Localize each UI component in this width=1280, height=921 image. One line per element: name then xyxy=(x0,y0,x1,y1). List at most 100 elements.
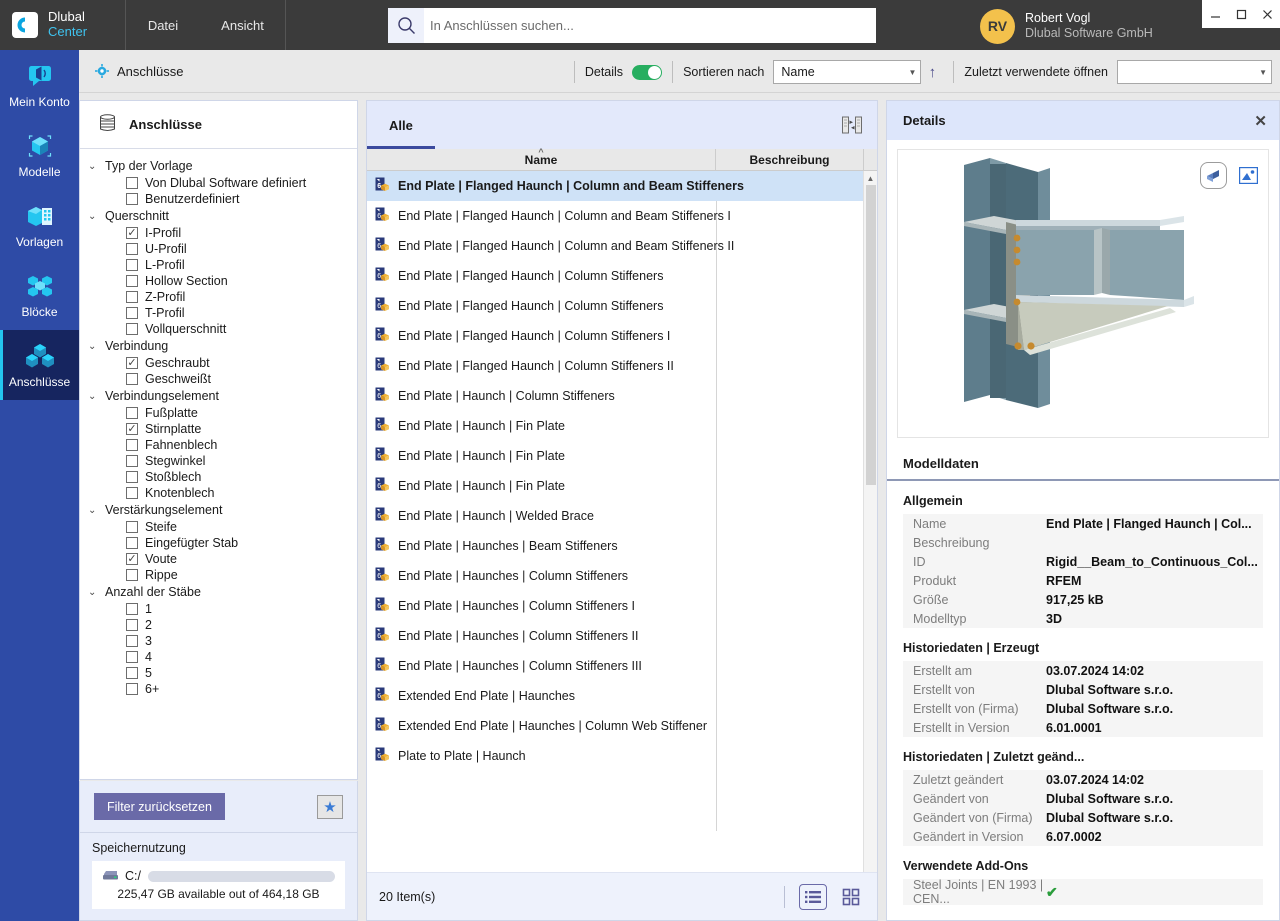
table-row[interactable]: 6 End Plate | Flanged Haunch | Column and… xyxy=(367,201,877,231)
table-row[interactable]: 6 End Plate | Haunches | Column Stiffener… xyxy=(367,651,877,681)
table-row[interactable]: 6 End Plate | Haunches | Column Stiffener… xyxy=(367,621,877,651)
minimize-icon[interactable] xyxy=(1203,2,1227,26)
checkbox[interactable] xyxy=(126,259,138,271)
filter-group-header[interactable]: ⌄ Verstärkungselement xyxy=(80,501,357,519)
breadcrumb[interactable]: Anschlüsse xyxy=(79,64,183,79)
filter-option[interactable]: Knotenblech xyxy=(80,485,357,501)
rotate-3d-icon[interactable] xyxy=(1200,162,1227,189)
filter-option[interactable]: Steife xyxy=(80,519,357,535)
table-row[interactable]: 6 End Plate | Haunch | Column Stiffeners xyxy=(367,381,877,411)
filter-option[interactable]: 1 xyxy=(80,601,357,617)
filter-group-header[interactable]: ⌄ Typ der Vorlage xyxy=(80,157,357,175)
filter-group-header[interactable]: ⌄ Verbindung xyxy=(80,337,357,355)
table-row[interactable]: 6 End Plate | Flanged Haunch | Column Sti… xyxy=(367,291,877,321)
search-input[interactable] xyxy=(424,9,876,42)
reset-filter-button[interactable]: Filter zurücksetzen xyxy=(94,793,225,820)
filter-option[interactable]: Hollow Section xyxy=(80,273,357,289)
checkbox[interactable] xyxy=(126,635,138,647)
checkbox[interactable] xyxy=(126,487,138,499)
table-row[interactable]: 6 End Plate | Haunches | Column Stiffener… xyxy=(367,561,877,591)
filter-group-header[interactable]: ⌄ Querschnitt xyxy=(80,207,357,225)
filter-option[interactable]: 6+ xyxy=(80,681,357,697)
checkbox[interactable] xyxy=(126,243,138,255)
filter-option[interactable]: U-Profil xyxy=(80,241,357,257)
filter-option[interactable]: ✓ I-Profil xyxy=(80,225,357,241)
tab-alle[interactable]: Alle xyxy=(367,101,435,149)
checkbox[interactable] xyxy=(126,373,138,385)
table-row[interactable]: 6 End Plate | Haunch | Welded Brace xyxy=(367,501,877,531)
checkbox[interactable]: ✓ xyxy=(126,553,138,565)
filter-group-header[interactable]: ⌄ Anzahl der Stäbe xyxy=(80,583,357,601)
column-header-description[interactable]: Beschreibung xyxy=(716,149,864,170)
table-row[interactable]: 6 End Plate | Flanged Haunch | Column and… xyxy=(367,231,877,261)
sidebar-item-mein-konto[interactable]: Mein Konto xyxy=(0,50,79,120)
table-row[interactable]: 6 End Plate | Flanged Haunch | Column Sti… xyxy=(367,351,877,381)
filter-option[interactable]: Fußplatte xyxy=(80,405,357,421)
checkbox[interactable] xyxy=(126,667,138,679)
checkbox[interactable]: ✓ xyxy=(126,357,138,369)
checkbox[interactable] xyxy=(126,407,138,419)
checkbox[interactable] xyxy=(126,291,138,303)
filter-option[interactable]: ✓ Geschraubt xyxy=(80,355,357,371)
filter-option[interactable]: T-Profil xyxy=(80,305,357,321)
filter-option[interactable]: Rippe xyxy=(80,567,357,583)
checkbox[interactable] xyxy=(126,619,138,631)
menu-datei[interactable]: Datei xyxy=(126,0,200,50)
list-view-icon[interactable] xyxy=(799,883,827,910)
list-vertical-scrollbar[interactable]: ▲ xyxy=(863,171,877,893)
checkbox[interactable] xyxy=(126,471,138,483)
checkbox[interactable] xyxy=(126,569,138,581)
checkbox[interactable] xyxy=(126,651,138,663)
sort-direction-button[interactable]: ↑ xyxy=(921,64,943,81)
close-icon[interactable]: ✕ xyxy=(1254,112,1267,130)
filter-option[interactable]: Stoßblech xyxy=(80,469,357,485)
checkbox[interactable] xyxy=(126,275,138,287)
star-icon[interactable]: ★ xyxy=(317,794,343,819)
filter-option[interactable]: 5 xyxy=(80,665,357,681)
maximize-icon[interactable] xyxy=(1229,2,1253,26)
filter-option[interactable]: Vollquerschnitt xyxy=(80,321,357,337)
filter-option[interactable]: Eingefügter Stab xyxy=(80,535,357,551)
filter-option[interactable]: 3 xyxy=(80,633,357,649)
filter-option[interactable]: ✓ Voute xyxy=(80,551,357,567)
table-row[interactable]: 6 Plate to Plate | Haunch xyxy=(367,741,877,771)
filter-option[interactable]: Benutzerdefiniert xyxy=(80,191,357,207)
table-row[interactable]: 6 End Plate | Haunch | Fin Plate xyxy=(367,411,877,441)
sidebar-item-modelle[interactable]: Modelle xyxy=(0,120,79,190)
filter-option[interactable]: Stegwinkel xyxy=(80,453,357,469)
sidebar-item-bloecke[interactable]: Blöcke xyxy=(0,260,79,330)
table-row[interactable]: 6 End Plate | Flanged Haunch | Column and… xyxy=(367,171,877,201)
column-header-name[interactable]: ^ Name xyxy=(367,147,716,170)
table-row[interactable]: 6 End Plate | Haunch | Fin Plate xyxy=(367,441,877,471)
filter-option[interactable]: Von Dlubal Software definiert xyxy=(80,175,357,191)
filter-option[interactable]: Geschweißt xyxy=(80,371,357,387)
scrollbar-thumb[interactable] xyxy=(866,185,876,485)
table-row[interactable]: 6 End Plate | Flanged Haunch | Column Sti… xyxy=(367,321,877,351)
search-bar[interactable] xyxy=(388,8,876,43)
checkbox[interactable] xyxy=(126,537,138,549)
sort-by-select[interactable]: Name ▼ xyxy=(773,60,922,84)
sidebar-item-vorlagen[interactable]: Vorlagen xyxy=(0,190,79,260)
image-icon[interactable] xyxy=(1238,166,1259,185)
filter-option[interactable]: Z-Profil xyxy=(80,289,357,305)
panel-collapse-icon[interactable] xyxy=(841,114,863,136)
checkbox[interactable] xyxy=(126,307,138,319)
table-row[interactable]: 6 End Plate | Haunches | Column Stiffener… xyxy=(367,591,877,621)
checkbox[interactable] xyxy=(126,455,138,467)
filter-option[interactable]: Fahnenblech xyxy=(80,437,357,453)
recent-open-select[interactable]: ▼ xyxy=(1117,60,1272,84)
filter-group-header[interactable]: ⌄ Verbindungselement xyxy=(80,387,357,405)
checkbox[interactable] xyxy=(126,439,138,451)
checkbox[interactable] xyxy=(126,193,138,205)
checkbox[interactable]: ✓ xyxy=(126,227,138,239)
checkbox[interactable] xyxy=(126,177,138,189)
sidebar-item-anschluesse[interactable]: Anschlüsse xyxy=(0,330,79,400)
user-account-area[interactable]: RV Robert Vogl Dlubal Software GmbH xyxy=(980,8,1153,44)
table-row[interactable]: 6 End Plate | Haunches | Beam Stiffeners xyxy=(367,531,877,561)
table-row[interactable]: 6 End Plate | Flanged Haunch | Column Sti… xyxy=(367,261,877,291)
grid-view-icon[interactable] xyxy=(837,884,865,910)
filter-option[interactable]: 4 xyxy=(80,649,357,665)
scroll-up-icon[interactable]: ▲ xyxy=(864,171,877,185)
checkbox[interactable] xyxy=(126,683,138,695)
table-row[interactable]: 6 Extended End Plate | Haunches | Column … xyxy=(367,711,877,741)
